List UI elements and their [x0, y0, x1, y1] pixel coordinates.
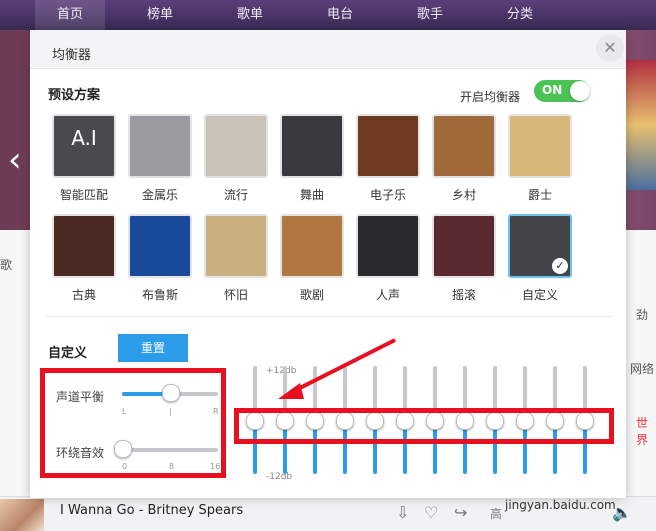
preset-thumbnail[interactable] — [280, 214, 344, 278]
right-edge-text-3: 世界 — [636, 416, 649, 447]
right-banner-art — [624, 60, 656, 190]
preset-thumbnail[interactable] — [356, 114, 420, 178]
preset-label: 乡村 — [451, 188, 476, 202]
right-edge-text-2: 网络 — [630, 362, 655, 376]
download-icon[interactable]: ⇩ — [396, 503, 409, 522]
preset-thumbnail[interactable]: ✓ — [508, 214, 572, 278]
preset-thumbnail[interactable] — [280, 114, 344, 178]
reset-button[interactable]: 重置 — [118, 334, 188, 362]
quality-label[interactable]: 高 — [490, 505, 502, 522]
left-edge-text: 歌 — [0, 258, 13, 272]
preset-thumbnail[interactable] — [204, 214, 268, 278]
annotation-box-eq — [234, 408, 614, 444]
annotation-arrow — [278, 338, 396, 399]
preset-item[interactable]: 摇滚 — [432, 214, 496, 303]
db-bottom-label: -12db — [266, 472, 293, 482]
preset-label: 怀旧 — [223, 288, 248, 302]
preset-item[interactable]: 古典 — [52, 214, 116, 303]
preset-thumbnail[interactable] — [432, 214, 496, 278]
preset-thumbnail[interactable] — [128, 214, 192, 278]
nav-tab-playlists[interactable]: 歌单 — [215, 0, 285, 30]
preset-thumbnail[interactable] — [432, 114, 496, 178]
watermark-logo: Bai 经验 — [500, 476, 583, 500]
preset-label: 金属乐 — [141, 188, 178, 202]
album-cover[interactable] — [0, 499, 44, 531]
right-edge-text-1: 劲 — [636, 308, 649, 322]
preset-thumbnail[interactable] — [128, 114, 192, 178]
preset-label: 流行 — [223, 188, 248, 202]
dialog-title: 均衡器 — [52, 48, 92, 63]
preset-label: 歌剧 — [299, 288, 324, 302]
annotation-box-sliders — [40, 368, 226, 478]
preset-label: 人声 — [375, 288, 400, 302]
preset-thumbnail[interactable] — [508, 114, 572, 178]
toggle-state: ON — [542, 83, 563, 97]
preset-item[interactable]: 怀旧 — [204, 214, 268, 303]
preset-label: 舞曲 — [299, 188, 324, 202]
nav-tab-home[interactable]: 首页 — [35, 0, 105, 30]
equalizer-dialog: 均衡器 ✕ 预设方案 开启均衡器 ON A.I 智能匹配 金属乐 流行 舞曲 电子乐 乡村 爵… — [30, 30, 626, 498]
preset-item[interactable]: 舞曲 — [280, 114, 344, 203]
preset-item[interactable]: 布鲁斯 — [128, 214, 192, 303]
preset-thumbnail[interactable] — [52, 214, 116, 278]
arrow-head — [278, 383, 304, 399]
preset-label: 爵士 — [527, 188, 552, 202]
watermark-url: jingyan.baidu.com — [505, 498, 616, 512]
preset-item[interactable]: 流行 — [204, 114, 268, 203]
preset-label: 电子乐 — [369, 188, 406, 202]
dialog-header: 均衡器 ✕ — [30, 30, 626, 69]
preset-thumbnail[interactable] — [204, 114, 268, 178]
arrow-shaft — [289, 338, 396, 395]
preset-thumbnail-text: A.I — [71, 126, 97, 150]
preset-item[interactable]: A.I 智能匹配 — [52, 114, 116, 203]
preset-section-label: 预设方案 — [48, 88, 101, 103]
toggle-knob — [570, 81, 590, 101]
top-navigation: 首页 榜单 歌单 电台 歌手 分类 — [0, 0, 656, 30]
preset-thumbnail[interactable] — [356, 214, 420, 278]
preset-label: 智能匹配 — [59, 188, 108, 202]
now-playing-title[interactable]: I Wanna Go - Britney Spears — [60, 503, 243, 518]
preset-label: 摇滚 — [451, 288, 476, 302]
preset-item[interactable]: ✓ 自定义 — [508, 214, 572, 303]
section-divider — [46, 316, 612, 317]
preset-item[interactable]: 乡村 — [432, 114, 496, 203]
preset-label: 布鲁斯 — [141, 288, 178, 302]
close-icon[interactable]: ✕ — [596, 34, 624, 62]
preset-item[interactable]: 人声 — [356, 214, 420, 303]
preset-thumbnail[interactable]: A.I — [52, 114, 116, 178]
preset-label: 自定义 — [521, 288, 558, 302]
preset-item[interactable]: 歌剧 — [280, 214, 344, 303]
share-icon[interactable]: ↪ — [454, 503, 467, 522]
preset-item[interactable]: 爵士 — [508, 114, 572, 203]
equalizer-toggle[interactable]: ON — [534, 80, 590, 102]
preset-item[interactable]: 金属乐 — [128, 114, 192, 203]
nav-tab-radio[interactable]: 电台 — [305, 0, 375, 30]
nav-tab-charts[interactable]: 榜单 — [125, 0, 195, 30]
preset-item[interactable]: 电子乐 — [356, 114, 420, 203]
nav-tab-categories[interactable]: 分类 — [485, 0, 555, 30]
check-icon: ✓ — [552, 258, 568, 274]
nav-tab-singers[interactable]: 歌手 — [395, 0, 465, 30]
preset-label: 古典 — [71, 288, 96, 302]
equalizer-toggle-label: 开启均衡器 — [460, 90, 521, 104]
heart-icon[interactable]: ♡ — [424, 503, 438, 522]
custom-section-label: 自定义 — [48, 346, 88, 361]
